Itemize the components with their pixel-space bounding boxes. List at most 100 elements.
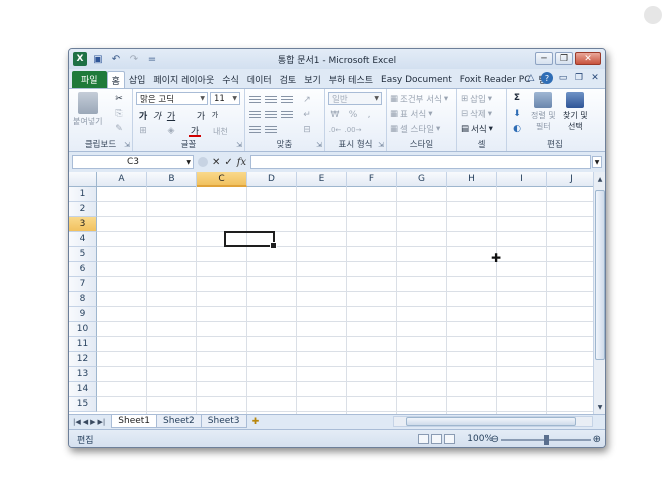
bold-button[interactable]: 가 [137,109,149,122]
insert-cells-button[interactable]: ⊞ 삽입 ▾ [461,93,492,105]
column-header[interactable]: J [547,172,597,187]
wrap-text-icon[interactable]: ↵ [301,109,313,121]
conditional-format-button[interactable]: ▦ 조건부 서식 ▾ [390,93,448,105]
align-bottom-icon[interactable] [281,94,293,106]
select-all-corner[interactable] [69,172,97,187]
active-cell-c3[interactable] [224,231,277,249]
font-color-button[interactable]: 가 [189,125,201,137]
font-launcher-icon[interactable]: ⇲ [236,141,242,149]
fill-icon[interactable]: ⬇ [511,108,523,120]
undo-icon[interactable]: ↶ [109,52,123,66]
zoom-slider-thumb[interactable] [543,435,549,445]
doc-minimize-icon[interactable]: ▭ [557,72,569,84]
row-header[interactable]: 14 [69,382,97,397]
column-header[interactable]: E [297,172,347,187]
delete-cells-button[interactable]: ⊟ 삭제 ▾ [461,108,492,120]
expand-formula-bar-button[interactable]: ▼ [592,156,602,168]
number-format-combo[interactable]: 일반 ▼ [328,92,382,105]
increase-decimal-icon[interactable]: .0← [329,124,342,136]
last-sheet-icon[interactable]: ▶| [98,418,106,426]
tab-7[interactable]: 보기 [300,71,325,88]
customize-qat-icon[interactable]: = [145,52,159,66]
row-header[interactable]: 9 [69,307,97,322]
column-header[interactable]: C [197,172,247,187]
insert-sheet-icon[interactable]: ✚ [248,416,264,428]
row-header[interactable]: 6 [69,262,97,277]
row-header[interactable]: 3 [69,217,97,232]
help-icon[interactable]: ? [541,72,553,84]
tab-5[interactable]: 데이터 [243,71,276,88]
align-center-icon[interactable] [265,109,277,121]
cell-styles-button[interactable]: ▦ 셀 스타일 ▾ [390,123,440,135]
formula-input[interactable] [250,155,591,169]
align-top-icon[interactable] [249,94,261,106]
row-header[interactable]: 10 [69,322,97,337]
name-box[interactable]: C3 ▼ [72,155,194,169]
copy-icon[interactable]: ⎘ [113,108,125,120]
save-icon[interactable]: ▣ [91,52,105,66]
row-header[interactable]: 8 [69,292,97,307]
column-header[interactable]: B [147,172,197,187]
alignment-launcher-icon[interactable]: ⇲ [316,141,322,149]
column-header[interactable]: H [447,172,497,187]
align-middle-icon[interactable] [265,94,277,106]
worksheet-grid[interactable]: ABCDEFGHIJ 1 2 3 4 5 6 7 8 9 10 11 12 13 14 15 [69,172,605,414]
number-launcher-icon[interactable]: ⇲ [378,141,384,149]
redo-icon[interactable]: ↷ [127,52,141,66]
border-icon[interactable]: ⊞ [137,125,149,137]
accounting-format-icon[interactable]: ₩ [329,109,341,121]
first-sheet-icon[interactable]: |◀ [73,418,81,426]
underline-button[interactable]: 가 [165,109,177,122]
percent-button[interactable]: % [347,109,359,121]
align-left-icon[interactable] [249,109,261,121]
row-header[interactable]: 15 [69,397,97,412]
doc-close-icon[interactable]: ✕ [589,72,601,84]
column-header[interactable]: A [97,172,147,187]
tab-10[interactable]: Foxit Reader PC [456,71,535,88]
tab-9[interactable]: Easy Document [377,71,456,88]
zoom-out-icon[interactable]: ⊖ [491,434,499,445]
normal-view-icon[interactable] [418,434,429,444]
phonetic-button[interactable]: 내천 [213,126,228,137]
cut-icon[interactable]: ✂ [113,93,125,105]
sheet-tab[interactable]: Sheet1 [111,414,158,428]
sheet-tab[interactable]: Sheet3 [200,414,247,428]
vertical-scroll-thumb[interactable] [595,190,605,360]
row-header[interactable]: 12 [69,352,97,367]
column-header[interactable]: I [497,172,547,187]
decrease-indent-icon[interactable] [249,124,261,136]
row-header[interactable]: 1 [69,187,97,202]
row-header[interactable]: 7 [69,277,97,292]
clear-icon[interactable]: ◐ [511,123,523,135]
sheet-tab[interactable]: Sheet2 [156,414,202,428]
row-header[interactable]: 11 [69,337,97,352]
find-select-button[interactable]: 찾기 및 선택 [563,92,588,132]
excel-logo-icon[interactable]: X [73,52,87,66]
tab-0[interactable]: 파일 [72,71,107,88]
autosum-button[interactable]: Σ [511,92,523,104]
tab-4[interactable]: 수식 [218,71,243,88]
horizontal-scroll-thumb[interactable] [406,417,576,426]
insert-function-button[interactable]: fx [237,157,246,168]
vertical-scrollbar[interactable]: ▲ ▼ [593,172,605,414]
restore-button[interactable]: ❐ [555,52,573,65]
scroll-up-icon[interactable]: ▲ [595,174,605,184]
sort-filter-button[interactable]: 정렬 및 필터 [531,92,556,132]
comma-button[interactable]: , [363,109,375,121]
format-painter-icon[interactable]: ✎ [113,123,125,135]
zoom-in-icon[interactable]: ⊕ [593,434,601,445]
horizontal-scrollbar[interactable] [393,416,593,427]
clipboard-launcher-icon[interactable]: ⇲ [124,141,130,149]
cell-area[interactable] [97,187,597,414]
format-cells-button[interactable]: ▤ 서식 ▾ [461,123,493,135]
close-button[interactable]: ✕ [575,52,601,65]
cancel-entry-button[interactable]: ✕ [212,157,220,168]
increase-indent-icon[interactable] [265,124,277,136]
font-name-combo[interactable]: 맑은 고딕 ▼ [136,92,208,105]
page-break-view-icon[interactable] [444,434,455,444]
minimize-button[interactable]: ─ [535,52,553,65]
merge-cells-icon[interactable]: ⊟ [301,124,313,136]
grow-font-button[interactable]: 가 [195,109,207,122]
column-header[interactable]: D [247,172,297,187]
table-format-button[interactable]: ▦ 표 서식 ▾ [390,108,432,120]
